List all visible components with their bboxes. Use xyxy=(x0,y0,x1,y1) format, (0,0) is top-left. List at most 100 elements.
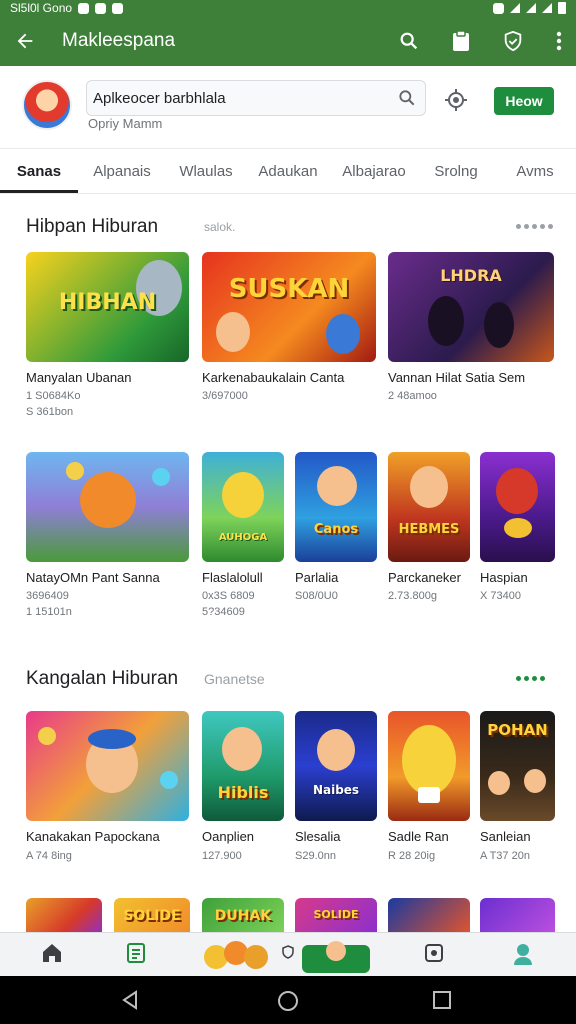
signal-icon xyxy=(526,3,536,13)
app-thumbnail xyxy=(26,711,189,821)
app-card[interactable]: SUSKAN Karkenabaukalain Canta 3/697000 xyxy=(202,252,376,402)
gps-icon[interactable] xyxy=(444,88,468,117)
app-meta: 5?34609 xyxy=(202,606,245,618)
back-arrow-icon[interactable] xyxy=(14,30,36,52)
thumbnail-title: Hiblis xyxy=(217,783,269,802)
document-icon[interactable] xyxy=(124,941,148,970)
app-thumbnail: Canos xyxy=(295,452,377,562)
app-thumbnail xyxy=(480,452,555,562)
more-dots-icon[interactable] xyxy=(516,676,545,681)
featured-app-icon[interactable] xyxy=(300,937,372,980)
signal-icon xyxy=(542,3,552,13)
app-meta: S29.0nn xyxy=(295,850,336,862)
tab-wlaulas[interactable]: Wlaulas xyxy=(166,149,246,193)
profile-icon[interactable] xyxy=(510,941,536,972)
thumbnail-title: LHDRA xyxy=(440,266,502,285)
thumbnail-title: HEBMES xyxy=(398,522,460,537)
app-thumbnail: LHDRA xyxy=(388,252,554,362)
games-icon[interactable] xyxy=(202,937,270,978)
app-card[interactable]: Kanakakan Papockana A 74 8ing xyxy=(26,711,189,862)
app-card[interactable]: NatayOMn Pant Sanna 3696409 1 15101n xyxy=(26,452,189,618)
app-name: Parckaneker xyxy=(388,570,461,585)
search-input[interactable] xyxy=(87,81,387,115)
app-bar: Makleespana xyxy=(0,16,576,66)
app-meta: X 73400 xyxy=(480,590,521,602)
battery-icon xyxy=(558,2,566,14)
system-navigation-bar xyxy=(0,976,576,1024)
tab-bar: Sanas Alpanais Wlaulas Adaukan Albajarao… xyxy=(0,148,576,194)
app-name: Haspian xyxy=(480,570,528,585)
bottom-navigation xyxy=(0,932,576,976)
apps-icon[interactable] xyxy=(422,941,446,970)
notification-icon xyxy=(112,2,124,14)
thumbnail-title: SOLIDE xyxy=(123,908,181,924)
app-thumbnail: POHAN xyxy=(480,711,555,821)
app-card[interactable]: Naibes Slesalia S29.0nn xyxy=(295,711,377,862)
app-card[interactable]: Hiblis Oanplien 127.900 xyxy=(202,711,284,862)
search-box[interactable] xyxy=(86,80,426,116)
recents-nav-icon[interactable] xyxy=(432,990,452,1015)
app-thumbnail: AUHOGA xyxy=(202,452,284,562)
app-card[interactable]: Canos Parlalia S08/0U0 xyxy=(295,452,377,602)
thumbnail-title: SUSKAN xyxy=(228,274,350,304)
app-thumbnail: SUSKAN xyxy=(202,252,376,362)
app-thumbnail xyxy=(26,452,189,562)
app-meta: 127.900 xyxy=(202,850,242,862)
home-icon[interactable] xyxy=(40,941,64,970)
app-card[interactable]: Sadle Ran R 28 20ig xyxy=(388,711,470,862)
search-icon[interactable] xyxy=(398,30,420,52)
thumbnail-title: Naibes xyxy=(312,783,360,797)
header: Opriy Mamm Heow xyxy=(0,66,576,148)
new-button[interactable]: Heow xyxy=(494,87,554,115)
section-title: Hibpan Hiburan xyxy=(26,216,159,237)
app-thumbnail: HIBHAN xyxy=(26,252,189,362)
location-status-icon xyxy=(493,2,504,14)
section-title: Kangalan Hiburan xyxy=(26,668,179,689)
thumbnail-title: DUHAK xyxy=(214,908,272,924)
tab-alpanais[interactable]: Alpanais xyxy=(78,149,166,193)
shield-icon[interactable] xyxy=(502,30,524,52)
app-card[interactable]: AUHOGA Flaslalolull 0x3S 6809 5?34609 xyxy=(202,452,284,618)
tab-adaukan[interactable]: Adaukan xyxy=(246,149,330,193)
more-dots-icon[interactable] xyxy=(516,224,553,229)
thumbnail-title: SOLIDE xyxy=(313,908,359,921)
app-name: Sanleian xyxy=(480,829,531,844)
app-thumbnail: Naibes xyxy=(295,711,377,821)
app-meta: S08/0U0 xyxy=(295,590,338,602)
status-time: Sl5l0l Gono xyxy=(10,1,73,15)
app-thumbnail: HEBMES xyxy=(388,452,470,562)
app-meta: A 74 8ing xyxy=(26,850,72,862)
app-name: NatayOMn Pant Sanna xyxy=(26,570,160,585)
app-card[interactable]: HIBHAN Manyalan Ubanan 1 S0684Ko S 361bo… xyxy=(26,252,189,418)
app-thumbnail xyxy=(388,711,470,821)
app-meta: 2 48amoo xyxy=(388,390,437,402)
app-card[interactable]: POHAN Sanleian A T37 20n xyxy=(480,711,555,862)
tab-albajarao[interactable]: Albajarao xyxy=(330,149,418,193)
app-title: Makleespana xyxy=(62,30,176,51)
app-meta: 1 15101n xyxy=(26,606,72,618)
app-meta: A T37 20n xyxy=(480,850,530,862)
thumbnail-title: Canos xyxy=(313,522,359,537)
app-name: Flaslalolull xyxy=(202,570,263,585)
search-icon[interactable] xyxy=(397,88,417,113)
tab-srolng[interactable]: Srolng xyxy=(418,149,494,193)
section-subtitle: salok. xyxy=(204,220,236,234)
app-name: Sadle Ran xyxy=(388,829,449,844)
app-card[interactable]: Haspian X 73400 xyxy=(480,452,555,602)
app-card[interactable]: HEBMES Parckaneker 2.73.800g xyxy=(388,452,470,602)
app-name: Kanakakan Papockana xyxy=(26,829,160,844)
back-nav-icon[interactable] xyxy=(120,990,140,1015)
more-vert-icon[interactable] xyxy=(556,31,562,51)
shield-small-icon[interactable] xyxy=(282,945,294,964)
home-nav-icon[interactable] xyxy=(277,990,299,1017)
app-meta: 1 S0684Ko xyxy=(26,390,81,402)
search-subtext: Opriy Mamm xyxy=(88,116,163,131)
tab-avms[interactable]: Avms xyxy=(494,149,576,193)
tab-sanas[interactable]: Sanas xyxy=(0,149,78,193)
app-card[interactable]: LHDRA Vannan Hilat Satia Sem 2 48amoo xyxy=(388,252,554,402)
app-name: Karkenabaukalain Canta xyxy=(202,370,345,385)
clipboard-icon[interactable] xyxy=(452,30,470,52)
avatar[interactable] xyxy=(22,80,72,130)
app-meta: 0x3S 6809 xyxy=(202,590,255,602)
app-meta: S 361bon xyxy=(26,406,74,418)
